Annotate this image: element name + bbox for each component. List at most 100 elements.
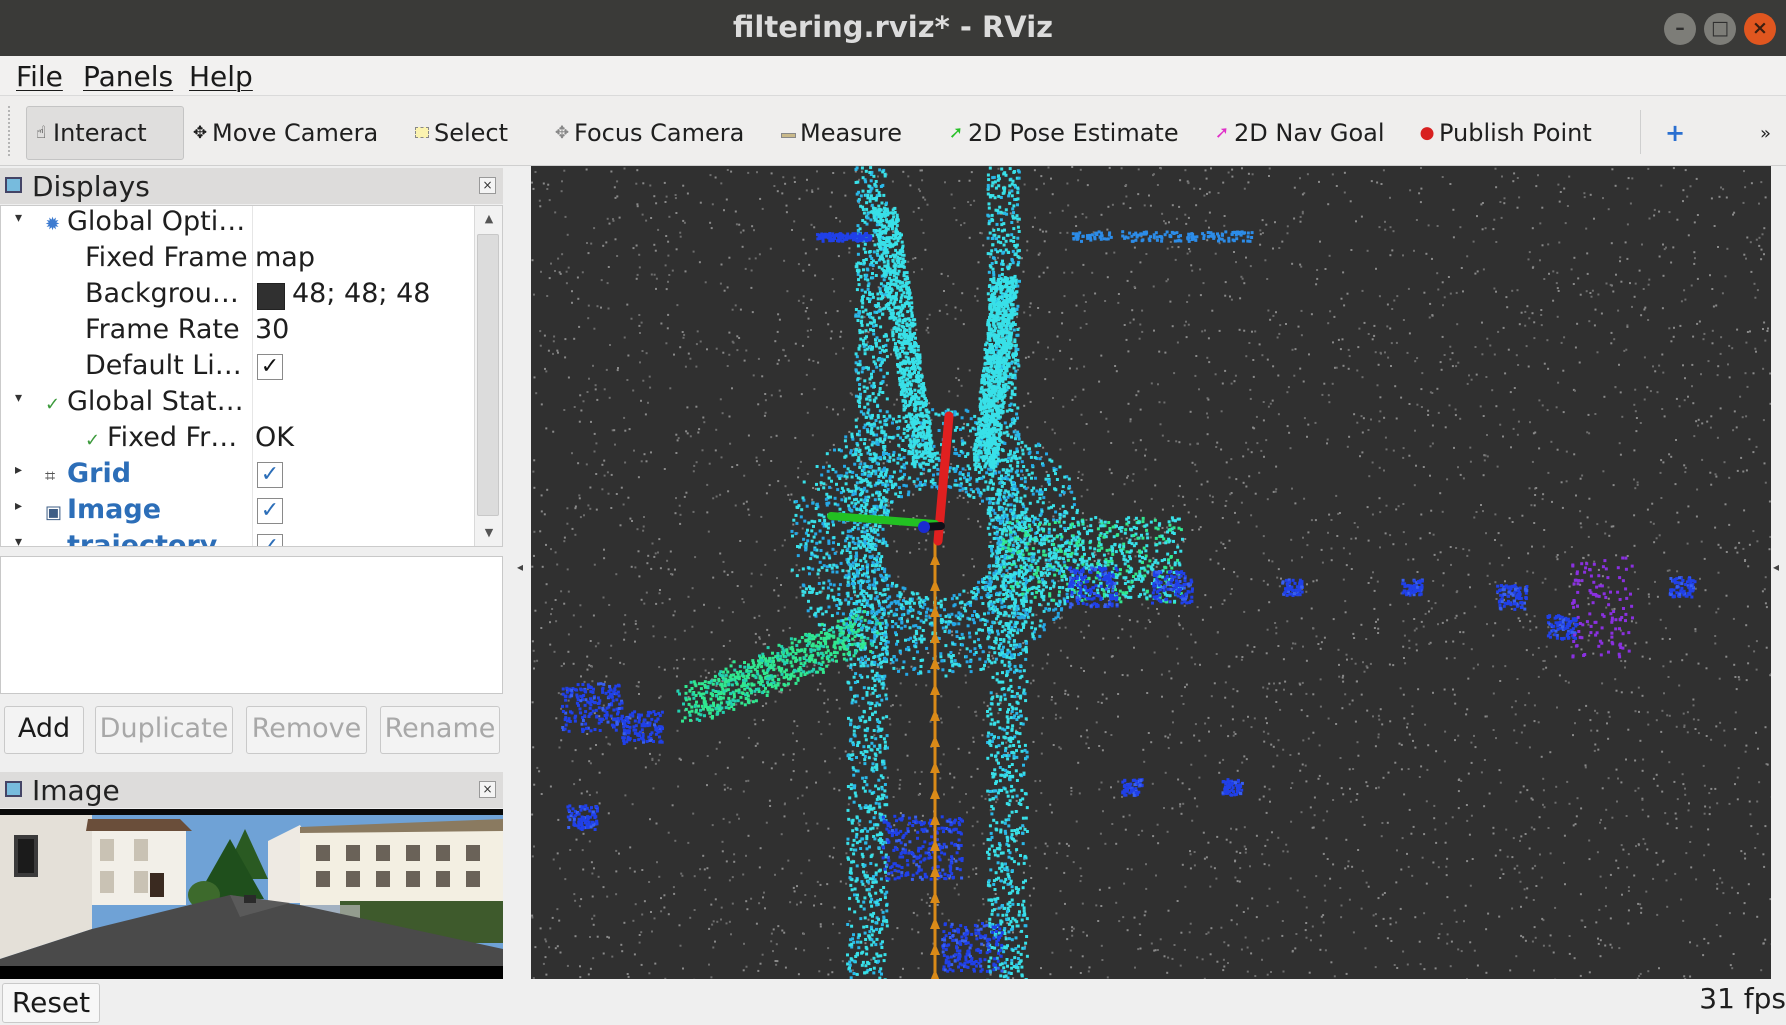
trajectory-pose-arrow [930, 891, 940, 903]
background-color-swatch[interactable] [257, 283, 285, 310]
ok-check-icon: ✓ [45, 394, 61, 415]
expand-arrow-icon[interactable]: ▾ [15, 210, 22, 226]
displays-tree: ▾ ✹ Global Opti… Fixed Frame map Backgro… [0, 205, 503, 547]
scroll-up-icon[interactable]: ▲ [475, 206, 502, 232]
minimize-button[interactable]: – [1664, 13, 1696, 45]
image-panel-header: Image × [0, 772, 503, 808]
fixed-frame-value[interactable]: map [255, 242, 315, 273]
tree-scrollbar[interactable]: ▲ ▼ [474, 206, 502, 546]
tree-row-trajectory[interactable]: ▾ ▭ trajectory ✓ [1, 530, 473, 547]
trajectory-enabled-checkbox[interactable]: ✓ [257, 534, 283, 546]
trajectory-path [930, 541, 940, 979]
tree-row-grid[interactable]: ▸ ⌗ Grid ✓ [1, 458, 473, 494]
expand-arrow-icon[interactable]: ▾ [15, 534, 22, 546]
select-box-icon [412, 123, 432, 143]
tree-row-image[interactable]: ▸ ▣ Image ✓ [1, 494, 473, 530]
tree-row-background[interactable]: Backgrou… 48; 48; 48 [1, 278, 473, 314]
ok-check-icon: ✓ [85, 430, 101, 451]
tree-row-frame-rate[interactable]: Frame Rate 30 [1, 314, 473, 350]
tool-publish-point[interactable]: ● Publish Point [1417, 106, 1592, 160]
tree-row-label: Image [67, 494, 162, 525]
tree-row-label: Grid [67, 458, 132, 489]
image-panel-title: Image [32, 774, 120, 807]
menu-file[interactable]: File [16, 60, 63, 93]
toolbar-overflow-button[interactable]: » [1760, 106, 1771, 160]
toolbar: ☝ Interact ✥ Move Camera Select ✥ Focus … [0, 96, 1786, 166]
tool-pose-label: 2D Pose Estimate [968, 119, 1179, 147]
trajectory-pose-arrow [930, 917, 940, 929]
title-bar: filtering.rviz* - RViz – □ × [0, 0, 1786, 56]
duplicate-button[interactable]: Duplicate [95, 706, 233, 754]
image-enabled-checkbox[interactable]: ✓ [257, 498, 283, 524]
expand-arrow-icon[interactable]: ▾ [15, 390, 22, 406]
collapsed-arrow-icon[interactable]: ▸ [15, 498, 22, 514]
image-panel-close-button[interactable]: × [479, 781, 496, 798]
tool-focus-camera[interactable]: ✥ Focus Camera [552, 106, 744, 160]
near-points [561, 230, 1697, 973]
collapse-left-handle[interactable]: ◂ [517, 560, 523, 574]
tool-measure-label: Measure [800, 119, 902, 147]
close-button[interactable]: × [1744, 13, 1776, 45]
collapsed-arrow-icon[interactable]: ▸ [15, 462, 22, 478]
y-axis [827, 512, 939, 528]
default-light-checkbox[interactable]: ✓ [257, 354, 283, 380]
tool-move-camera-label: Move Camera [212, 119, 379, 147]
collapse-right-handle[interactable]: ◂ [1773, 560, 1779, 574]
menu-panels[interactable]: Panels [83, 60, 173, 93]
3d-render-view[interactable] [531, 166, 1771, 979]
tree-row-label: trajectory [67, 530, 218, 547]
tree-row-label: Default Li… [85, 350, 242, 381]
tree-row-global-status[interactable]: ▾ ✓ Global Stat… [1, 386, 473, 422]
point-cloud-scene[interactable] [531, 166, 1771, 979]
pink-arrow-icon: ➚ [1214, 123, 1230, 143]
add-tool-button[interactable]: + [1665, 106, 1685, 160]
scrollbar-thumb[interactable] [477, 234, 499, 516]
rename-button[interactable]: Rename [380, 706, 500, 754]
tool-select[interactable]: Select [412, 106, 508, 160]
tree-row-fixed-frame-status[interactable]: ✓ Fixed Fr… OK [1, 422, 473, 458]
tool-interact[interactable]: ☝ Interact [26, 106, 184, 160]
tool-nav-goal-label: 2D Nav Goal [1234, 119, 1385, 147]
trajectory-pose-arrow [930, 761, 940, 773]
frame-rate-value[interactable]: 30 [255, 314, 289, 345]
tree-row-default-light[interactable]: Default Li… ✓ [1, 350, 473, 386]
toolbar-grip[interactable] [8, 106, 14, 156]
tool-2d-nav-goal[interactable]: ➚ 2D Nav Goal [1212, 106, 1385, 160]
displays-close-button[interactable]: × [479, 177, 496, 194]
maximize-button[interactable]: □ [1704, 13, 1736, 45]
grid-enabled-checkbox[interactable]: ✓ [257, 462, 283, 488]
scroll-down-icon[interactable]: ▼ [475, 520, 502, 546]
tool-measure[interactable]: Measure [778, 106, 902, 160]
tool-select-label: Select [434, 119, 509, 147]
tree-row-label: Global Stat… [67, 386, 244, 417]
trajectory-pose-arrow [930, 553, 940, 565]
ruler-icon [778, 123, 798, 143]
tool-move-camera[interactable]: ✥ Move Camera [190, 106, 378, 160]
fps-readout: 31 fps [1699, 982, 1786, 1015]
trajectory-pose-arrow [930, 943, 940, 955]
tree-row-label: Frame Rate [85, 314, 240, 345]
image-icon [5, 781, 22, 797]
add-display-button[interactable]: Add [4, 706, 84, 754]
tree-row-global-options[interactable]: ▾ ✹ Global Opti… [1, 206, 473, 242]
trajectory-pose-arrow [930, 683, 940, 695]
remove-button[interactable]: Remove [246, 706, 367, 754]
grid-icon: ⌗ [45, 466, 56, 487]
building-points [790, 166, 1184, 979]
trajectory-pose-arrow [930, 969, 940, 979]
trajectory-pose-arrow [930, 709, 940, 721]
tool-publish-point-label: Publish Point [1439, 119, 1592, 147]
trajectory-pose-arrow [930, 579, 940, 591]
camera-image [0, 809, 503, 979]
tree-row-fixed-frame[interactable]: Fixed Frame map [1, 242, 473, 278]
menu-help[interactable]: Help [189, 60, 253, 93]
hand-icon: ☝ [35, 123, 47, 143]
tool-2d-pose-estimate[interactable]: ➚ 2D Pose Estimate [946, 106, 1179, 160]
background-value[interactable]: 48; 48; 48 [292, 278, 430, 309]
reset-button[interactable]: Reset [2, 983, 100, 1023]
z-axis [918, 521, 930, 533]
move-icon: ✥ [192, 123, 208, 143]
window-title: filtering.rviz* - RViz [732, 10, 1054, 44]
focus-icon: ✥ [554, 123, 570, 143]
trajectory-pose-arrow [930, 735, 940, 747]
